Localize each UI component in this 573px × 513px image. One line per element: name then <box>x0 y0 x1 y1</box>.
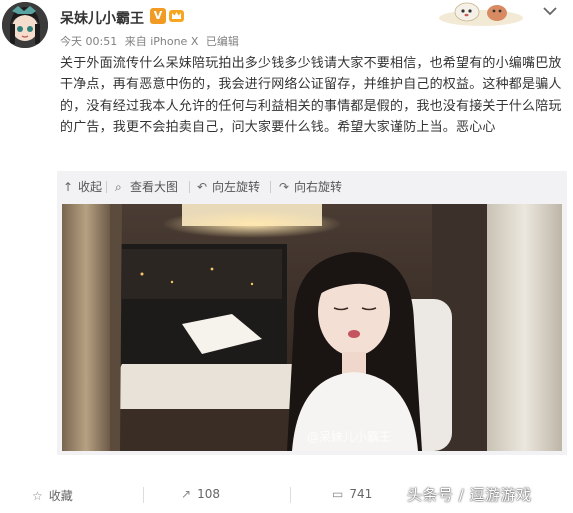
post-source[interactable]: 来自 iPhone X <box>125 35 199 48</box>
verified-badge[interactable]: V <box>150 8 166 24</box>
post-header: 呆妹儿小霸王 V 今天 00:51 来自 iPhone X 已编辑 <box>0 0 573 52</box>
post-photo[interactable] <box>62 204 562 451</box>
toolbar-divider <box>270 181 271 193</box>
rotate-right-label: 向右旋转 <box>294 180 343 194</box>
comment-icon: ▭ <box>332 487 344 501</box>
rotate-right-button[interactable]: ↷ 向右旋转 <box>279 178 342 196</box>
view-large-label: 查看大图 <box>130 180 179 194</box>
favorite-label: 收藏 <box>48 489 73 503</box>
photo-scene <box>62 204 562 451</box>
rotate-left-label: 向左旋转 <box>212 180 261 194</box>
magnifier-icon: ⌕ <box>115 180 122 194</box>
repost-icon: ↗ <box>181 487 192 501</box>
repost-count: 108 <box>197 487 220 501</box>
comment-count: 741 <box>349 487 373 501</box>
favorite-button[interactable]: ☆ 收藏 <box>32 487 73 504</box>
rotate-right-icon: ↷ <box>279 180 290 194</box>
comment-button[interactable]: ▭ 741 <box>332 487 372 501</box>
collapse-label: 收起 <box>78 180 103 194</box>
action-divider <box>143 487 144 503</box>
photo-watermark: @呆妹儿小霸王 <box>307 430 392 444</box>
member-crown-icon[interactable] <box>168 7 185 24</box>
chevron-down-icon[interactable] <box>541 4 559 18</box>
post-text: 关于外面流传什么呆妹陪玩拍出多少钱多少钱请大家不要相信，也希望有的小编嘴巴放干净… <box>60 56 562 135</box>
media-toolbar: ↑ 收起 ⌕ 查看大图 ↶ 向左旋转 ↷ 向右旋转 <box>57 171 567 202</box>
action-divider <box>290 487 291 503</box>
view-large-button[interactable]: ⌕ 查看大图 <box>115 178 178 196</box>
dog-sticker-icon <box>439 2 523 26</box>
username[interactable]: 呆妹儿小霸王 <box>60 8 144 28</box>
star-icon: ☆ <box>32 489 43 503</box>
toolbar-divider <box>106 181 107 193</box>
post-time[interactable]: 今天 00:51 <box>60 35 117 48</box>
rotate-left-icon: ↶ <box>197 180 208 194</box>
media-box: ↑ 收起 ⌕ 查看大图 ↶ 向左旋转 ↷ 向右旋转 @呆妹儿小霸王 <box>57 171 567 455</box>
collapse-button[interactable]: ↑ 收起 <box>63 178 102 196</box>
collapse-arrow-icon: ↑ <box>63 180 74 194</box>
avatar[interactable] <box>2 2 48 48</box>
edited-label[interactable]: 已编辑 <box>206 35 239 48</box>
repost-button[interactable]: ↗ 108 <box>181 487 220 501</box>
brand-watermark: 头条号 / 逗游游戏 <box>407 486 532 504</box>
rotate-left-button[interactable]: ↶ 向左旋转 <box>197 178 260 196</box>
post-meta: 今天 00:51 来自 iPhone X 已编辑 <box>60 33 243 49</box>
toolbar-divider <box>189 181 190 193</box>
